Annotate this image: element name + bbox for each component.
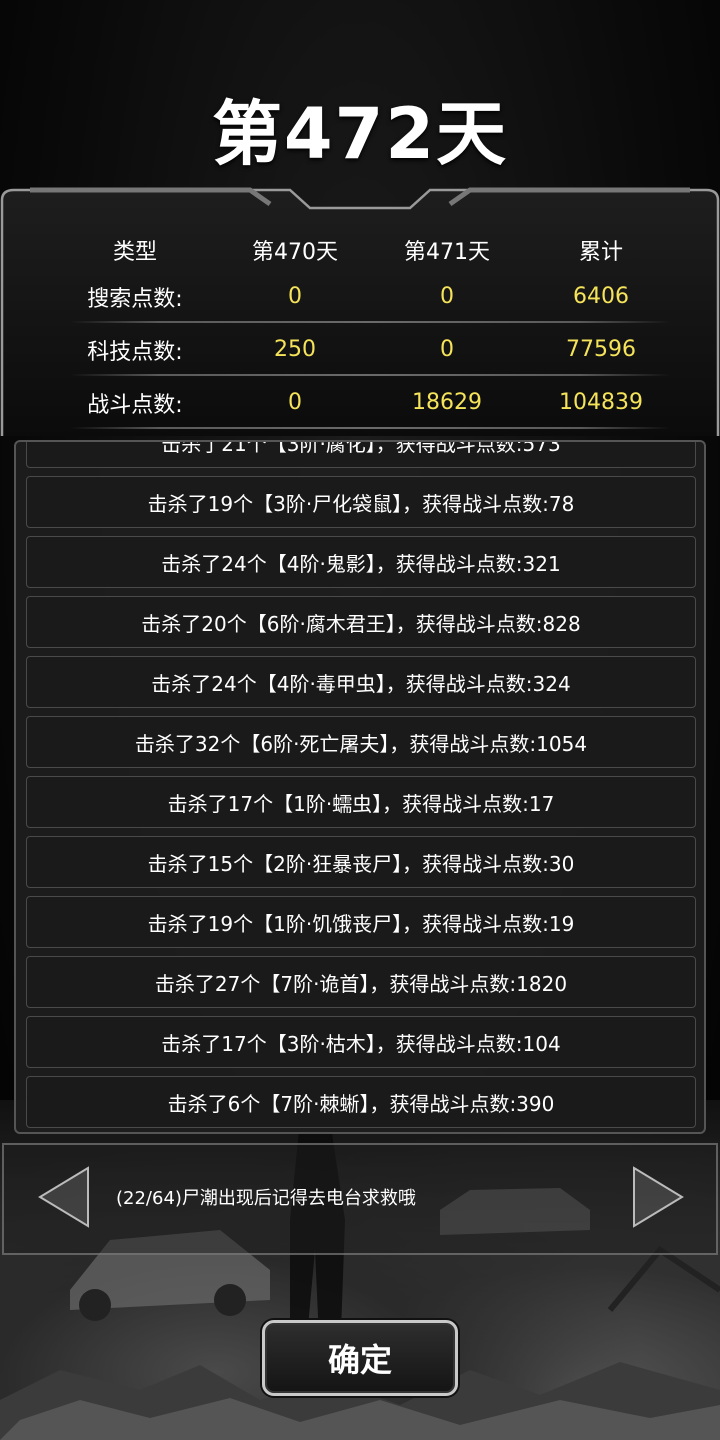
list-item: 击杀了17个【3阶·枯木】，获得战斗点数:104: [26, 1016, 696, 1068]
list-item: 击杀了32个【6阶·死亡屠夫】，获得战斗点数:1054: [26, 716, 696, 768]
previous-tip-button[interactable]: [34, 1164, 94, 1230]
list-item: 击杀了17个【1阶·蠕虫】，获得战斗点数:17: [26, 776, 696, 828]
stats-row-search: 搜索点数: 0 0 6406: [60, 270, 680, 323]
tip-bar: (22/64)尸潮出现后记得去电台求救哦: [0, 1140, 720, 1255]
tip-text: (22/64)尸潮出现后记得去电台求救哦: [116, 1188, 416, 1209]
screen: 第472天 类型 第470天 第471天 累计 搜索点数: 0 0 6406 科…: [0, 0, 720, 1440]
row-value-total: 6406: [573, 284, 629, 309]
row-value-d1: 250: [274, 337, 316, 362]
arrow-right-icon: [633, 1166, 684, 1228]
list-item: 击杀了19个【1阶·饥饿丧尸】，获得战斗点数:19: [26, 896, 696, 948]
header-day-471: 第471天: [404, 240, 490, 265]
row-value-total: 77596: [566, 337, 636, 362]
row-label: 搜索点数:: [87, 286, 183, 312]
row-value-d2: 18629: [412, 390, 482, 415]
list-item: 击杀了6个【7阶·棘蜥】，获得战斗点数:390: [26, 1076, 696, 1128]
row-value-d2: 0: [440, 284, 454, 309]
list-item: 击杀了21个【3阶·腐化】，获得战斗点数:573: [26, 442, 696, 468]
stats-row-battle: 战斗点数: 0 18629 104839: [60, 376, 680, 429]
list-item: 击杀了27个【7阶·诡首】，获得战斗点数:1820: [26, 956, 696, 1008]
page-title: 第472天: [211, 93, 509, 175]
confirm-button[interactable]: 确定: [262, 1320, 458, 1396]
row-value-d2: 0: [440, 337, 454, 362]
list-item: 击杀了24个【4阶·鬼影】，获得战斗点数:321: [26, 536, 696, 588]
stats-header-row: 类型 第470天 第471天 累计: [60, 230, 680, 270]
list-item: 击杀了24个【4阶·毒甲虫】，获得战斗点数:324: [26, 656, 696, 708]
row-label: 战斗点数:: [87, 392, 183, 418]
header-day-470: 第470天: [252, 240, 338, 265]
header-total: 累计: [578, 240, 623, 265]
arrow-left-icon: [38, 1166, 89, 1228]
row-label: 科技点数:: [87, 339, 183, 365]
next-tip-button[interactable]: [628, 1164, 688, 1230]
list-item: 击杀了20个【6阶·腐木君王】，获得战斗点数:828: [26, 596, 696, 648]
row-value-d1: 0: [288, 284, 302, 309]
row-value-d1: 0: [288, 390, 302, 415]
row-value-total: 104839: [559, 390, 643, 415]
stats-table: 类型 第470天 第471天 累计 搜索点数: 0 0 6406 科技点数: 2…: [60, 230, 680, 429]
header-type: 类型: [112, 240, 157, 265]
stats-row-tech: 科技点数: 250 0 77596: [60, 323, 680, 376]
stats-frame: 类型 第470天 第471天 累计 搜索点数: 0 0 6406 科技点数: 2…: [0, 186, 720, 436]
list-item: 击杀了19个【3阶·尸化袋鼠】，获得战斗点数:78: [26, 476, 696, 528]
row-divider: [70, 427, 670, 429]
battle-log-list: 击杀了21个【3阶·腐化】，获得战斗点数:573 击杀了19个【3阶·尸化袋鼠】…: [26, 442, 696, 1132]
list-item: 击杀了15个【2阶·狂暴丧尸】，获得战斗点数:30: [26, 836, 696, 888]
battle-log-panel[interactable]: 击杀了21个【3阶·腐化】，获得战斗点数:573 击杀了19个【3阶·尸化袋鼠】…: [14, 440, 706, 1134]
